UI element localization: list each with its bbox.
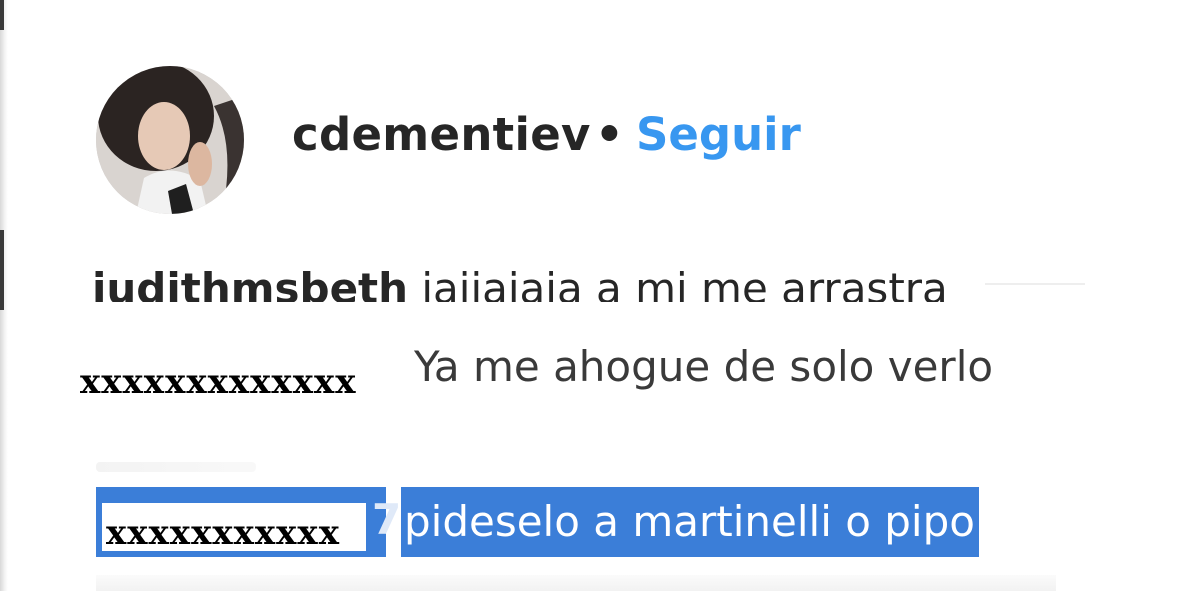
- separator-dot: •: [595, 108, 624, 161]
- redaction-box: xxxxxxxxxxx: [102, 503, 366, 553]
- post-username[interactable]: cdementiev: [292, 108, 591, 161]
- selection-highlight-username: xxxxxxxxxxx: [96, 487, 386, 557]
- comment-username[interactable]: judithmsbeth: [92, 264, 408, 302]
- avatar[interactable]: [96, 66, 244, 214]
- divider: [985, 283, 1085, 285]
- post-header: cdementiev • Seguir: [0, 0, 1200, 240]
- next-comment-fade: [96, 575, 1056, 591]
- follow-button[interactable]: Seguir: [636, 108, 801, 161]
- comment-text: Ya me ahogue de solo verlo: [414, 342, 994, 391]
- comment-username-redacted[interactable]: xxxxxxxxxxxxx: [80, 362, 357, 402]
- faded-text-artifact: [96, 462, 256, 472]
- comment-text: jajjajaja a mi me arrastra: [421, 264, 948, 302]
- username-suffix: 7: [372, 495, 402, 544]
- comment-text-selected: pideselo a martinelli o pipo: [401, 487, 979, 557]
- comment-username-redacted[interactable]: xxxxxxxxxxx: [106, 513, 340, 553]
- profile-photo-icon: [96, 66, 244, 214]
- comment-row-partial: judithmsbeth jajjajaja a mi me arrastra: [92, 262, 1092, 302]
